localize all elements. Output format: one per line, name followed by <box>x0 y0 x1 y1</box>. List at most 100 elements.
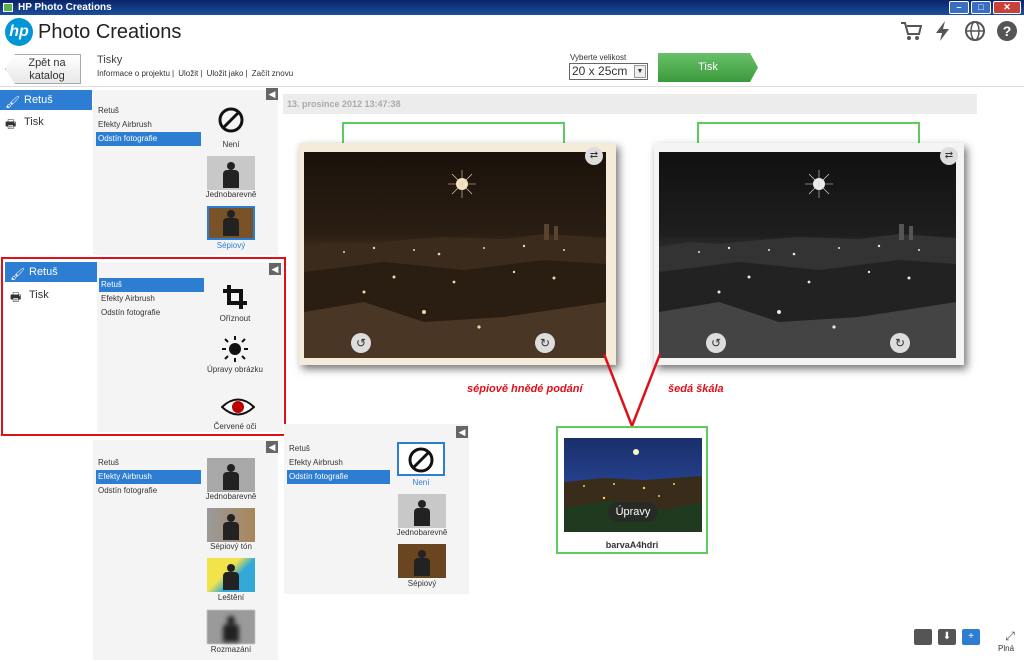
source-photo-card[interactable]: Úpravy barvaA4hdri <box>556 426 708 554</box>
sepia-photo[interactable]: ↺ ↻ ⇄ <box>299 143 616 365</box>
nav-item-print[interactable]: 🖶 Tisk <box>0 112 92 132</box>
sub-photo-tone[interactable]: Odstín fotografie <box>99 306 204 320</box>
maximize-button[interactable]: □ <box>971 1 991 14</box>
none-icon[interactable] <box>397 442 445 476</box>
print-frame-guide <box>342 122 565 144</box>
size-select-value: 20 x 25cm <box>572 64 628 78</box>
print-frame-guide <box>697 122 920 144</box>
tone-panel-bottom: Retuš Efekty Airbrush Odstín fotografie … <box>284 424 469 594</box>
person-icon <box>414 500 430 526</box>
option-sepia-label: Sépiový <box>407 579 437 588</box>
rotate-right-icon[interactable]: ↻ <box>890 333 910 353</box>
close-button[interactable]: ✕ <box>993 1 1021 14</box>
svg-text:?: ? <box>1003 23 1012 39</box>
collapse-panel-icon[interactable]: ◀ <box>266 441 278 453</box>
person-icon <box>223 210 239 236</box>
none-icon[interactable] <box>217 106 245 134</box>
sub-retouch[interactable]: Retuš <box>287 442 387 456</box>
brightness-icon[interactable] <box>221 335 249 363</box>
nav-item-retouch[interactable]: 🖌 Retuš <box>0 90 92 110</box>
nav-print-label: Tisk <box>29 289 49 301</box>
photo-date-bar: 13. prosince 2012 13:47:38 <box>283 94 977 114</box>
zoom-out-icon[interactable] <box>914 629 932 645</box>
fullscreen-label: Plná <box>998 644 1015 653</box>
link-separator: | <box>200 69 203 78</box>
grayscale-photo[interactable]: ↺ ↻ ⇄ <box>654 143 964 365</box>
airbrush-panel: Retuš Efekty Airbrush Odstín fotografie … <box>93 440 278 660</box>
sepia-thumbnail[interactable] <box>207 206 255 240</box>
red-eye-icon[interactable] <box>220 396 256 424</box>
person-icon <box>223 564 239 590</box>
size-label: Vyberte velikost <box>570 53 627 62</box>
collapse-panel-icon[interactable]: ◀ <box>266 88 278 100</box>
cart-icon[interactable] <box>900 20 923 42</box>
sepia-thumbnail[interactable] <box>398 544 446 578</box>
rotate-left-icon[interactable]: ↺ <box>351 333 371 353</box>
airbrush-mono-thumbnail[interactable] <box>207 458 255 492</box>
window-title: HP Photo Creations <box>18 2 112 13</box>
rotate-left-icon[interactable]: ↺ <box>706 333 726 353</box>
sub-photo-tone[interactable]: Odstín fotografie <box>96 132 201 146</box>
back-to-catalog-button[interactable]: Zpět na katalog <box>5 54 81 84</box>
nav-item-print[interactable]: 🖶 Tisk <box>5 285 97 305</box>
airbrush-blur-thumbnail[interactable] <box>207 610 255 644</box>
chevron-down-icon[interactable]: ▼ <box>634 65 646 78</box>
window-titlebar: HP Photo Creations – □ ✕ <box>0 0 1024 15</box>
grayscale-annotation: šedá škála <box>668 383 724 395</box>
nav-retouch-label: Retuš <box>24 94 53 106</box>
save-as-link[interactable]: Uložit jako <box>207 69 244 78</box>
airbrush-polish-thumbnail[interactable] <box>207 558 255 592</box>
sub-airbrush[interactable]: Efekty Airbrush <box>99 292 204 306</box>
crop-label: Oříznout <box>219 314 251 323</box>
collapse-panel-icon[interactable]: ◀ <box>456 426 468 438</box>
nav-print-label: Tisk <box>24 116 44 128</box>
sub-retouch[interactable]: Retuš <box>96 456 196 470</box>
swap-icon[interactable]: ⇄ <box>585 147 603 165</box>
sub-airbrush[interactable]: Efekty Airbrush <box>96 118 196 132</box>
sub-airbrush[interactable]: Efekty Airbrush <box>287 456 387 470</box>
project-info-link[interactable]: Informace o projektu <box>97 69 170 78</box>
collapse-panel-icon[interactable]: ◀ <box>269 263 281 275</box>
fullscreen-icon[interactable]: ⤢ <box>1002 629 1018 643</box>
save-link[interactable]: Uložit <box>178 69 198 78</box>
print-button[interactable]: Tisk <box>658 53 758 82</box>
annotation-arrows <box>602 353 662 427</box>
sub-photo-tone[interactable]: Odstín fotografie <box>287 470 390 484</box>
airbrush-sepia-thumbnail[interactable] <box>207 508 255 542</box>
start-over-link[interactable]: Začít znovu <box>252 69 293 78</box>
person-icon <box>414 550 430 576</box>
airbrush-mono-label: Jednobarevně <box>205 492 257 501</box>
monochrome-thumbnail[interactable] <box>398 494 446 528</box>
option-mono-label: Jednobarevně <box>205 190 257 199</box>
download-icon[interactable]: ⬇ <box>938 629 956 645</box>
grayscale-photo-image <box>659 152 956 358</box>
rotate-right-icon[interactable]: ↻ <box>535 333 555 353</box>
size-select[interactable]: 20 x 25cm ▼ <box>569 63 648 80</box>
edit-photo-button[interactable]: Úpravy <box>608 502 658 522</box>
globe-icon[interactable] <box>964 20 986 42</box>
person-icon <box>223 464 239 490</box>
sub-airbrush[interactable]: Efekty Airbrush <box>96 470 201 484</box>
minimize-button[interactable]: – <box>949 1 969 14</box>
source-photo-name: barvaA4hdri <box>605 540 659 550</box>
left-nav-top: 🖌 Retuš 🖶 Tisk <box>0 90 92 255</box>
sepia-photo-image <box>304 152 606 358</box>
airbrush-blur-label: Rozmazání <box>210 645 252 654</box>
nav-item-retouch[interactable]: 🖌 Retuš <box>5 262 97 282</box>
option-none-label: Není <box>412 478 430 487</box>
crop-icon[interactable] <box>221 283 249 311</box>
lightning-icon[interactable] <box>932 20 954 42</box>
swap-icon[interactable]: ⇄ <box>940 147 958 165</box>
app-title: Photo Creations <box>38 21 182 43</box>
sepia-annotation: sépiově hnědé podání <box>467 383 583 395</box>
sub-photo-tone[interactable]: Odstín fotografie <box>96 484 196 498</box>
help-icon[interactable]: ? <box>996 20 1018 42</box>
section-title: Tisky <box>97 54 123 66</box>
airbrush-sepia-label: Sépiový tón <box>210 542 252 551</box>
sub-retouch[interactable]: Retuš <box>99 278 204 292</box>
brush-icon: 🖌 <box>10 267 26 281</box>
highlight-callout-box: 🖌 Retuš 🖶 Tisk Retuš Efekty Airbrush Ods… <box>1 257 286 436</box>
monochrome-thumbnail[interactable] <box>207 156 255 190</box>
sub-retouch[interactable]: Retuš <box>96 104 196 118</box>
zoom-in-icon[interactable]: + <box>962 629 980 645</box>
